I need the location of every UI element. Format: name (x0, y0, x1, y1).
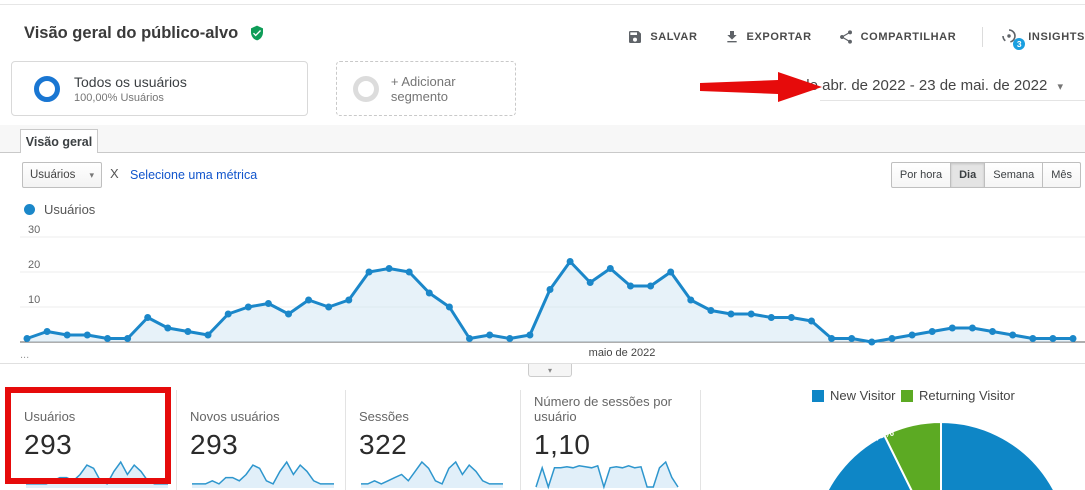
segment-all-users[interactable]: Todos os usuários 100,00% Usuários (11, 61, 308, 116)
granularity-hour-button[interactable]: Por hora (891, 162, 951, 188)
insights-badge: 3 (1013, 38, 1025, 50)
svg-text:maio de 2022: maio de 2022 (589, 347, 656, 359)
save-button[interactable]: SALVAR (627, 29, 697, 45)
metric-card-label: Sessões (359, 409, 505, 424)
metric-card-sessions[interactable]: Sessões 322 (359, 376, 505, 490)
metric-select-value: Usuários (30, 169, 75, 181)
segment-ring-icon (34, 76, 60, 102)
svg-text:20: 20 (28, 259, 40, 271)
granularity-day-button[interactable]: Dia (950, 162, 985, 188)
metric-card-label: Número de sessões por usuário (534, 394, 690, 424)
date-range-selector[interactable]: 1 de abr. de 2022 - 23 de mai. de 2022 ▾ (789, 77, 1063, 94)
chevron-down-icon: ▾ (89, 170, 94, 181)
date-range-underline (820, 100, 1085, 101)
svg-text:30: 30 (28, 225, 40, 236)
export-button[interactable]: EXPORTAR (724, 29, 812, 45)
annotation-red-box (5, 387, 171, 484)
sparkline-chart (190, 456, 336, 490)
vs-label: X (110, 166, 119, 181)
share-icon (838, 29, 854, 45)
share-button[interactable]: COMPARTILHAR (838, 29, 957, 45)
segment-subtitle: 100,00% Usuários (74, 92, 187, 104)
metric-card-label: Novos usuários (190, 409, 336, 424)
header-toolbar: SALVAR EXPORTAR COMPARTILHAR 3 INSIGHTS (627, 26, 1085, 48)
svg-text:10: 10 (28, 294, 40, 306)
chevron-down-icon: ▾ (1057, 81, 1063, 93)
users-line-chart[interactable]: 10 20 30 maio de 2022... (0, 225, 1085, 365)
granularity-button-group: Por hora Dia Semana Mês (892, 162, 1081, 188)
sparkline-chart (534, 456, 680, 490)
add-segment-label: + Adicionar segmento (391, 74, 515, 104)
verified-shield-icon (249, 25, 265, 46)
tab-bar (0, 125, 1085, 153)
share-label: COMPARTILHAR (861, 31, 957, 43)
card-divider (700, 390, 701, 490)
save-label: SALVAR (650, 31, 697, 43)
metric-select-dropdown[interactable]: Usuários ▾ (22, 162, 102, 188)
add-segment-button[interactable]: + Adicionar segmento (336, 61, 516, 116)
insights-icon: 3 (1001, 28, 1021, 46)
svg-text:...: ... (20, 349, 29, 361)
series-dot-icon (24, 204, 35, 215)
chevron-down-icon: ▾ (548, 366, 552, 375)
chart-legend: Usuários (24, 202, 95, 217)
save-icon (627, 29, 643, 45)
card-divider (520, 390, 521, 490)
metric-card-new-users[interactable]: Novos usuários 293 (190, 376, 336, 490)
segment-ring-gray-icon (353, 76, 379, 102)
visitor-type-pie-chart[interactable] (780, 380, 1085, 490)
download-icon (724, 29, 740, 45)
sparkline-chart (359, 456, 505, 490)
card-divider (345, 390, 346, 490)
page-title: Visão geral do público-alvo (24, 24, 265, 46)
card-divider (176, 390, 177, 490)
top-divider (0, 4, 1085, 5)
date-range-text: 1 de abr. de 2022 - 23 de mai. de 2022 (789, 77, 1048, 94)
annotation-red-arrow (700, 69, 825, 105)
page-title-text: Visão geral do público-alvo (24, 24, 238, 42)
toolbar-separator (982, 27, 983, 47)
granularity-month-button[interactable]: Mês (1042, 162, 1081, 188)
granularity-week-button[interactable]: Semana (984, 162, 1043, 188)
tab-overview[interactable]: Visão geral (20, 129, 98, 153)
export-label: EXPORTAR (747, 31, 812, 43)
metric-card-sessions-per-user[interactable]: Número de sessões por usuário 1,10 (534, 376, 690, 490)
select-metric-link[interactable]: Selecione uma métrica (130, 168, 257, 182)
insights-button[interactable]: 3 INSIGHTS (1001, 28, 1085, 46)
insights-label: INSIGHTS (1028, 31, 1085, 43)
segment-title: Todos os usuários (74, 74, 187, 90)
chart-legend-label: Usuários (44, 202, 95, 217)
